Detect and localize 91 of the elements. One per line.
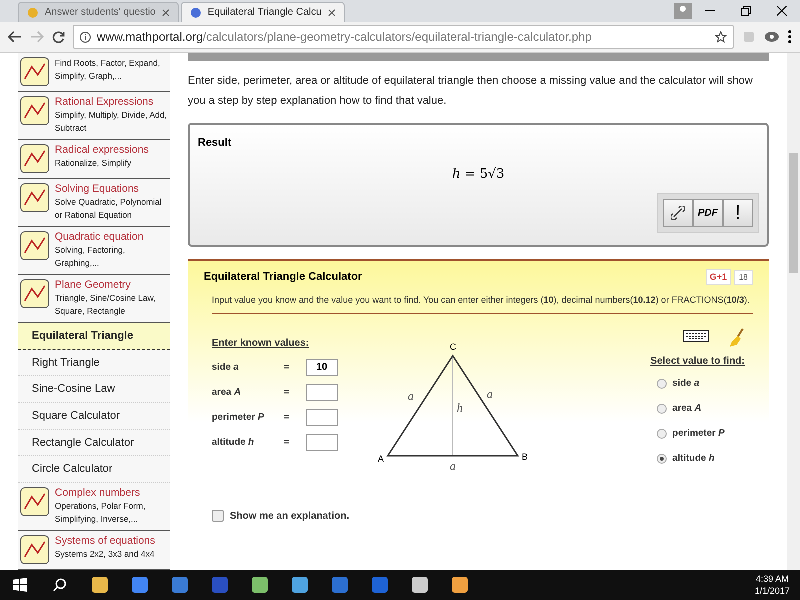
category-description: Solving, Factoring, Graphing,... [55,244,126,270]
category-description: Find Roots, Factor, Expand, Simplify, Graph,... [55,57,162,83]
equals-sign: = [284,437,291,448]
reload-icon[interactable] [52,30,65,44]
sidebar-link[interactable]: Sine-Cosine Law [18,376,170,404]
sidebar-link[interactable]: Circle Calculator [18,456,170,484]
app-icon[interactable] [451,576,469,594]
close-icon[interactable] [777,6,787,16]
radio-button[interactable] [656,404,667,414]
app-icon[interactable] [291,576,309,594]
radio-button[interactable] [656,454,667,464]
sidebar-category[interactable]: Rational Expressions Simplify, Multiply, Divide, Add, Subtract [18,92,170,140]
app-icon[interactable] [251,576,269,594]
explanation-option[interactable]: Show me an explanation. [212,510,753,522]
browser-tab[interactable]: Equilateral Triangle Calcu [180,2,345,22]
browser-tab[interactable]: Answer students' questio [18,2,179,22]
field-label: perimeter P [212,412,266,423]
share-button[interactable]: G+1 [706,269,732,285]
sidebar-link[interactable]: Square Calculator [18,403,170,430]
favicon-icon [190,6,202,18]
radio-option[interactable]: side a [650,371,700,396]
eye-icon[interactable] [764,31,780,43]
broom-icon[interactable] [729,328,745,348]
favicon-icon [27,6,39,18]
input-field[interactable] [306,384,338,401]
share-count: 18 [734,270,753,284]
category-description: Rationalize, Simplify [55,157,133,170]
user-icon[interactable] [674,3,692,19]
result-label: Result [198,137,233,149]
category-description: Solve Quadratic, Polynomial or Rational Equation [55,196,163,222]
input-field[interactable] [306,434,338,451]
sidebar-category[interactable]: Find Roots, Factor, Expand, Simplify, Graph,... [18,53,170,92]
info-icon [80,32,91,42]
calculator-title: Equilateral Triangle Calculator [204,271,364,283]
category-title: Quadratic equation [55,231,145,243]
intro-text: Enter side, perimeter, area or altitude of equilateral triangle then choose a missing value and the calculator will show you a step by step explanation how to find that value. [188,74,754,109]
sidebar-category[interactable]: Quadratic equation Solving, Factoring, Graphing,... [18,227,170,275]
input-field[interactable] [306,409,338,426]
sidebar-category[interactable]: Radical expressions Rationalize, Simplify [18,140,170,179]
report-button[interactable]: ! [723,199,753,227]
menu-icon[interactable] [788,30,792,44]
windows-icon[interactable] [13,578,27,592]
category-title: Radical expressions [55,144,149,156]
equals-sign: = [284,412,291,423]
section-heading: Enter known values: [212,338,310,349]
app-icon[interactable] [411,576,429,594]
link-icon [671,206,685,220]
star-icon[interactable] [715,31,727,43]
equals-sign: = [284,362,291,373]
url-text: www.mathportal.org/calculators/plane-geometry-calculators/equilateral-triangle-calculator.php [97,30,592,44]
instructions-text: Input value you know and the value you want to find. You can enter either integers (10), decimal numbers(10.12) or FRACTIONS(10/3). [212,291,753,314]
field-label: altitude h [212,437,256,448]
restore-icon[interactable] [741,6,751,16]
radio-option[interactable]: area A [650,396,702,421]
radio-button[interactable] [656,428,667,438]
scrollbar-thumb[interactable] [789,153,798,273]
category-title: Rational Expressions [55,96,155,108]
category-title: Solving Equations [55,183,140,195]
category-title: Plane Geometry [55,279,132,291]
sidebar-category[interactable]: Complex numbers Operations, Polar Form, Simplifying, Inverse,... [18,483,170,532]
category-title: Systems of equations [55,535,156,548]
category-description: Simplify, Multiply, Divide, Add, Subtract [55,109,168,135]
result-formula: h = 5√3 [452,167,505,182]
sidebar-link[interactable]: Right Triangle [18,350,170,376]
input-field[interactable]: 10 [306,359,338,376]
address-bar[interactable]: www.mathportal.org/calculators/plane-geometry-calculators/equilateral-triangle-calculator.php [73,25,734,49]
checkbox[interactable] [212,510,224,522]
app-icon[interactable] [131,576,149,594]
app-icon[interactable] [91,576,109,594]
equals-sign: = [284,387,291,398]
field-label: side a [212,362,240,373]
sidebar-category[interactable]: Solving Equations Solve Quadratic, Polynomial or Rational Equation [18,179,170,227]
link-button[interactable] [663,199,693,227]
clock-time: 4:39 AM [756,573,789,585]
search-icon[interactable] [53,578,67,592]
category-description: Operations, Polar Form, Simplifying, Inverse,... [55,500,147,526]
category-description: Systems 2x2, 3x3 and 4x4 [55,548,156,562]
radio-button[interactable] [656,378,667,388]
sidebar-link[interactable]: Equilateral Triangle [18,323,170,350]
pdf-button[interactable]: PDF [693,199,723,227]
radio-option[interactable]: altitude h [650,446,715,471]
close-icon[interactable] [328,8,336,16]
category-title: Complex numbers [55,487,142,500]
category-description: Triangle, Sine/Cosine Law, Square, Rectangle [55,292,157,318]
clock-date: 1/1/2017 [754,585,790,597]
sidebar-link[interactable]: Rectangle Calculator [18,430,170,456]
back-icon[interactable] [8,31,22,43]
keyboard-icon[interactable] [683,328,709,342]
field-label: area A [212,387,242,398]
radio-option[interactable]: perimeter P [650,421,725,446]
section-heading: Select value to find: [650,356,745,367]
